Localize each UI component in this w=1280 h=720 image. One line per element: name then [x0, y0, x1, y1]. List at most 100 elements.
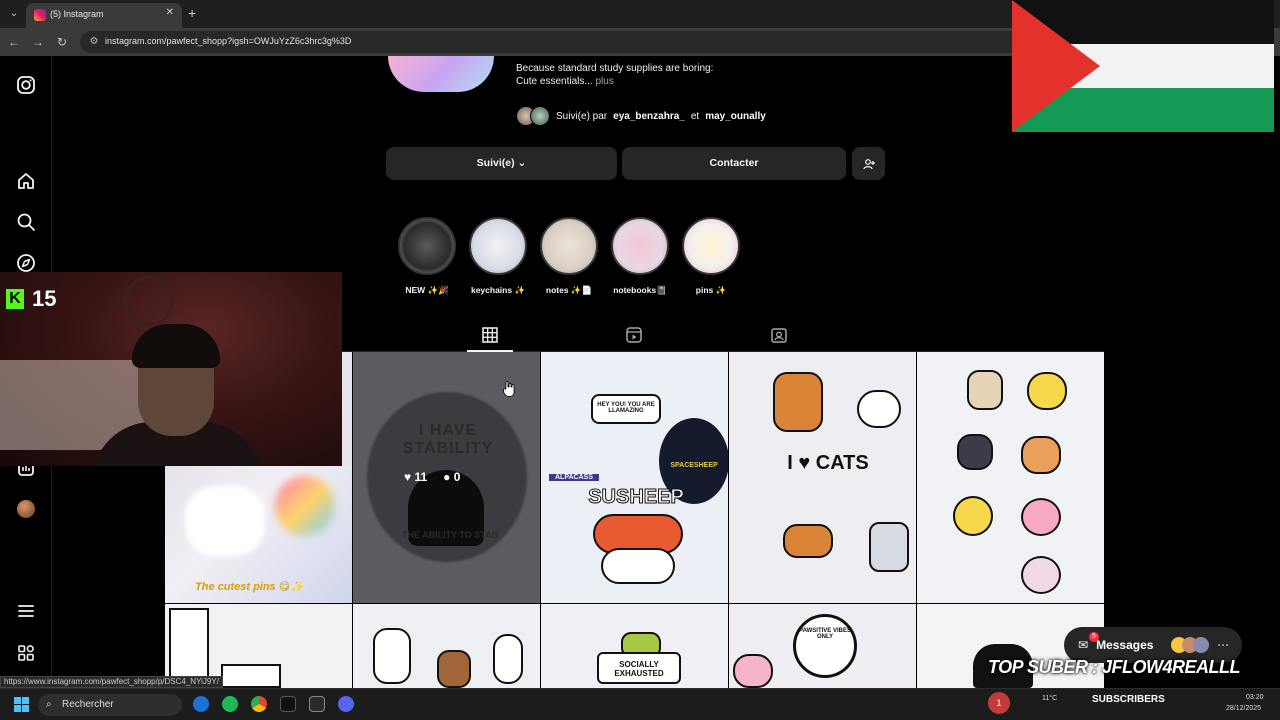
followed-by[interactable]: Suivi(e) par eya_benzahra_ et may_ounall…	[516, 104, 766, 128]
sticker-text: SOCIALLY EXHAUSTED	[614, 660, 664, 678]
tab-close-icon[interactable]: ✕	[166, 7, 174, 18]
highlight-label: NEW ✨🎉	[405, 285, 449, 295]
followed-user-1[interactable]: eya_benzahra_	[613, 111, 685, 122]
reload-icon[interactable]: ↻	[54, 34, 70, 50]
highlight-pins[interactable]: pins ✨	[681, 217, 741, 296]
chick-charm	[1027, 372, 1067, 410]
kick-viewers: K 15	[6, 286, 57, 311]
tab-posts-grid-icon[interactable]	[481, 326, 499, 344]
new-tab-icon[interactable]: +	[188, 5, 196, 21]
more-apps-icon[interactable]	[16, 643, 36, 663]
forward-icon[interactable]: →	[30, 34, 46, 50]
tiktok-icon[interactable]	[280, 696, 296, 712]
post-cats-pins[interactable]: I ♥ CATS	[729, 352, 916, 603]
palestine-flag-overlay	[1012, 0, 1274, 132]
contact-button[interactable]: Contacter	[622, 147, 846, 180]
highlight-keychains[interactable]: keychains ✨	[468, 217, 528, 296]
flower-charm	[953, 496, 993, 536]
sticker-text: SUSHEEP	[588, 486, 685, 509]
sticker-text: SPACESHEEP	[670, 462, 718, 469]
horse-pin	[437, 650, 471, 688]
browser-tab-instagram[interactable]: (5) Instagram ✕	[26, 3, 182, 28]
contact-label: Contacter	[709, 157, 759, 169]
instagram-logo-icon[interactable]	[16, 75, 36, 95]
cat-pin	[733, 654, 773, 688]
following-label: Suivi(e)	[476, 157, 515, 169]
post-image-blob	[185, 486, 265, 556]
highlight-notebooks[interactable]: notebooks📓	[610, 217, 670, 296]
taskbar-search[interactable]: ⌕ Rechercher	[38, 694, 182, 716]
paw-charm	[1021, 498, 1061, 536]
sushi-sheep-body	[601, 548, 675, 584]
home-icon[interactable]	[16, 171, 36, 191]
profile-avatar[interactable]	[17, 500, 35, 518]
like-count: 11	[414, 470, 428, 484]
following-button[interactable]: Suivi(e) ⌄	[386, 147, 617, 180]
sticker-text: PAWSITIVE VIBES ONLY	[799, 628, 851, 640]
sticker-text: HEY YOU! YOU ARE LLAMAZING	[597, 402, 655, 414]
follower-avatar	[530, 106, 550, 126]
highlight-label: notebooks📓	[613, 285, 667, 295]
notification-badge[interactable]: 1	[988, 692, 1010, 714]
highlight-label: notes ✨📄	[545, 285, 593, 295]
heart-icon: ♥	[404, 470, 412, 484]
status-bar-url: https://www.instagram.com/pawfect_shopp/…	[0, 676, 223, 688]
donut-charm	[1021, 556, 1061, 594]
messenger-icon: ✉	[1078, 638, 1089, 652]
suggest-users-button[interactable]	[852, 147, 885, 180]
tab-reels-icon[interactable]	[625, 326, 643, 344]
post-row2-2[interactable]	[353, 604, 540, 688]
subscribers-label: SUBSCRIBERS	[1092, 694, 1165, 705]
streamer-hair	[132, 324, 220, 368]
sticker-text: THE ABILITY TO STAB	[401, 530, 499, 540]
tab-tagged-icon[interactable]	[770, 326, 788, 344]
site-info-icon[interactable]: ⚙	[88, 36, 100, 48]
search-icon[interactable]	[16, 212, 36, 232]
bio-more-link[interactable]: plus	[596, 76, 614, 87]
post-hover-stats: ♥ 11 ● 0	[404, 470, 460, 484]
chat-avatar	[1193, 637, 1210, 653]
horse-pin	[773, 372, 823, 432]
bio-line-2: Cute essentials...	[516, 76, 593, 87]
post-cutest-pins[interactable]: The cutest pins 😋✨	[165, 466, 352, 603]
profile-bio: Because standard study supplies are bori…	[516, 62, 713, 88]
followed-user-2[interactable]: may_ounally	[705, 111, 766, 122]
spotify-icon[interactable]	[222, 696, 238, 712]
app-icon[interactable]	[309, 696, 325, 712]
highlight-cover	[469, 217, 527, 275]
followed-prefix: Suivi(e) par	[556, 110, 608, 122]
highlight-notes[interactable]: notes ✨📄	[539, 217, 599, 296]
highlight-cover	[398, 217, 456, 275]
discord-icon[interactable]	[338, 696, 354, 712]
sticker-text: I ♥ CATS	[787, 452, 869, 474]
post-charms[interactable]	[917, 352, 1104, 603]
clock-time: 03:20	[1246, 694, 1264, 701]
post-row2-3[interactable]: SOCIALLY EXHAUSTED	[541, 604, 728, 688]
pawsitive-badge	[793, 614, 857, 678]
back-icon[interactable]: ←	[6, 34, 22, 50]
windows-start-icon[interactable]	[14, 697, 29, 712]
comment-icon: ●	[443, 470, 451, 484]
menu-icon[interactable]	[16, 601, 36, 621]
edge-icon[interactable]	[193, 696, 209, 712]
post-edge	[342, 352, 352, 466]
highlight-cover	[611, 217, 669, 275]
chrome-icon[interactable]	[251, 696, 267, 712]
instagram-favicon-icon	[34, 9, 46, 21]
cat-pin	[869, 522, 909, 572]
tab-search-icon[interactable]: ⌄	[6, 6, 22, 22]
comment-count: 0	[453, 470, 461, 484]
chevron-down-icon: ⌄	[517, 157, 527, 169]
address-bar[interactable]: ⚙ instagram.com/pawfect_shopp?igsh=OWJuY…	[80, 31, 1090, 53]
highlight-new[interactable]: NEW ✨🎉	[397, 217, 457, 296]
more-icon[interactable]: ···	[1217, 638, 1229, 652]
followed-and: et	[690, 110, 700, 122]
highlight-label: keychains ✨	[470, 285, 526, 295]
profile-picture[interactable]	[388, 56, 494, 92]
url-text: instagram.com/pawfect_shopp?igsh=OWJuYzZ…	[105, 36, 352, 46]
post-row2-4[interactable]: PAWSITIVE VIBES ONLY	[729, 604, 916, 688]
explore-icon[interactable]	[16, 253, 36, 273]
viewer-count: 15	[32, 286, 57, 311]
messages-badge: 5	[1089, 632, 1099, 642]
post-sheep-pins[interactable]: HEY YOU! YOU ARE LLAMAZING SPACESHEEP AL…	[541, 352, 728, 603]
